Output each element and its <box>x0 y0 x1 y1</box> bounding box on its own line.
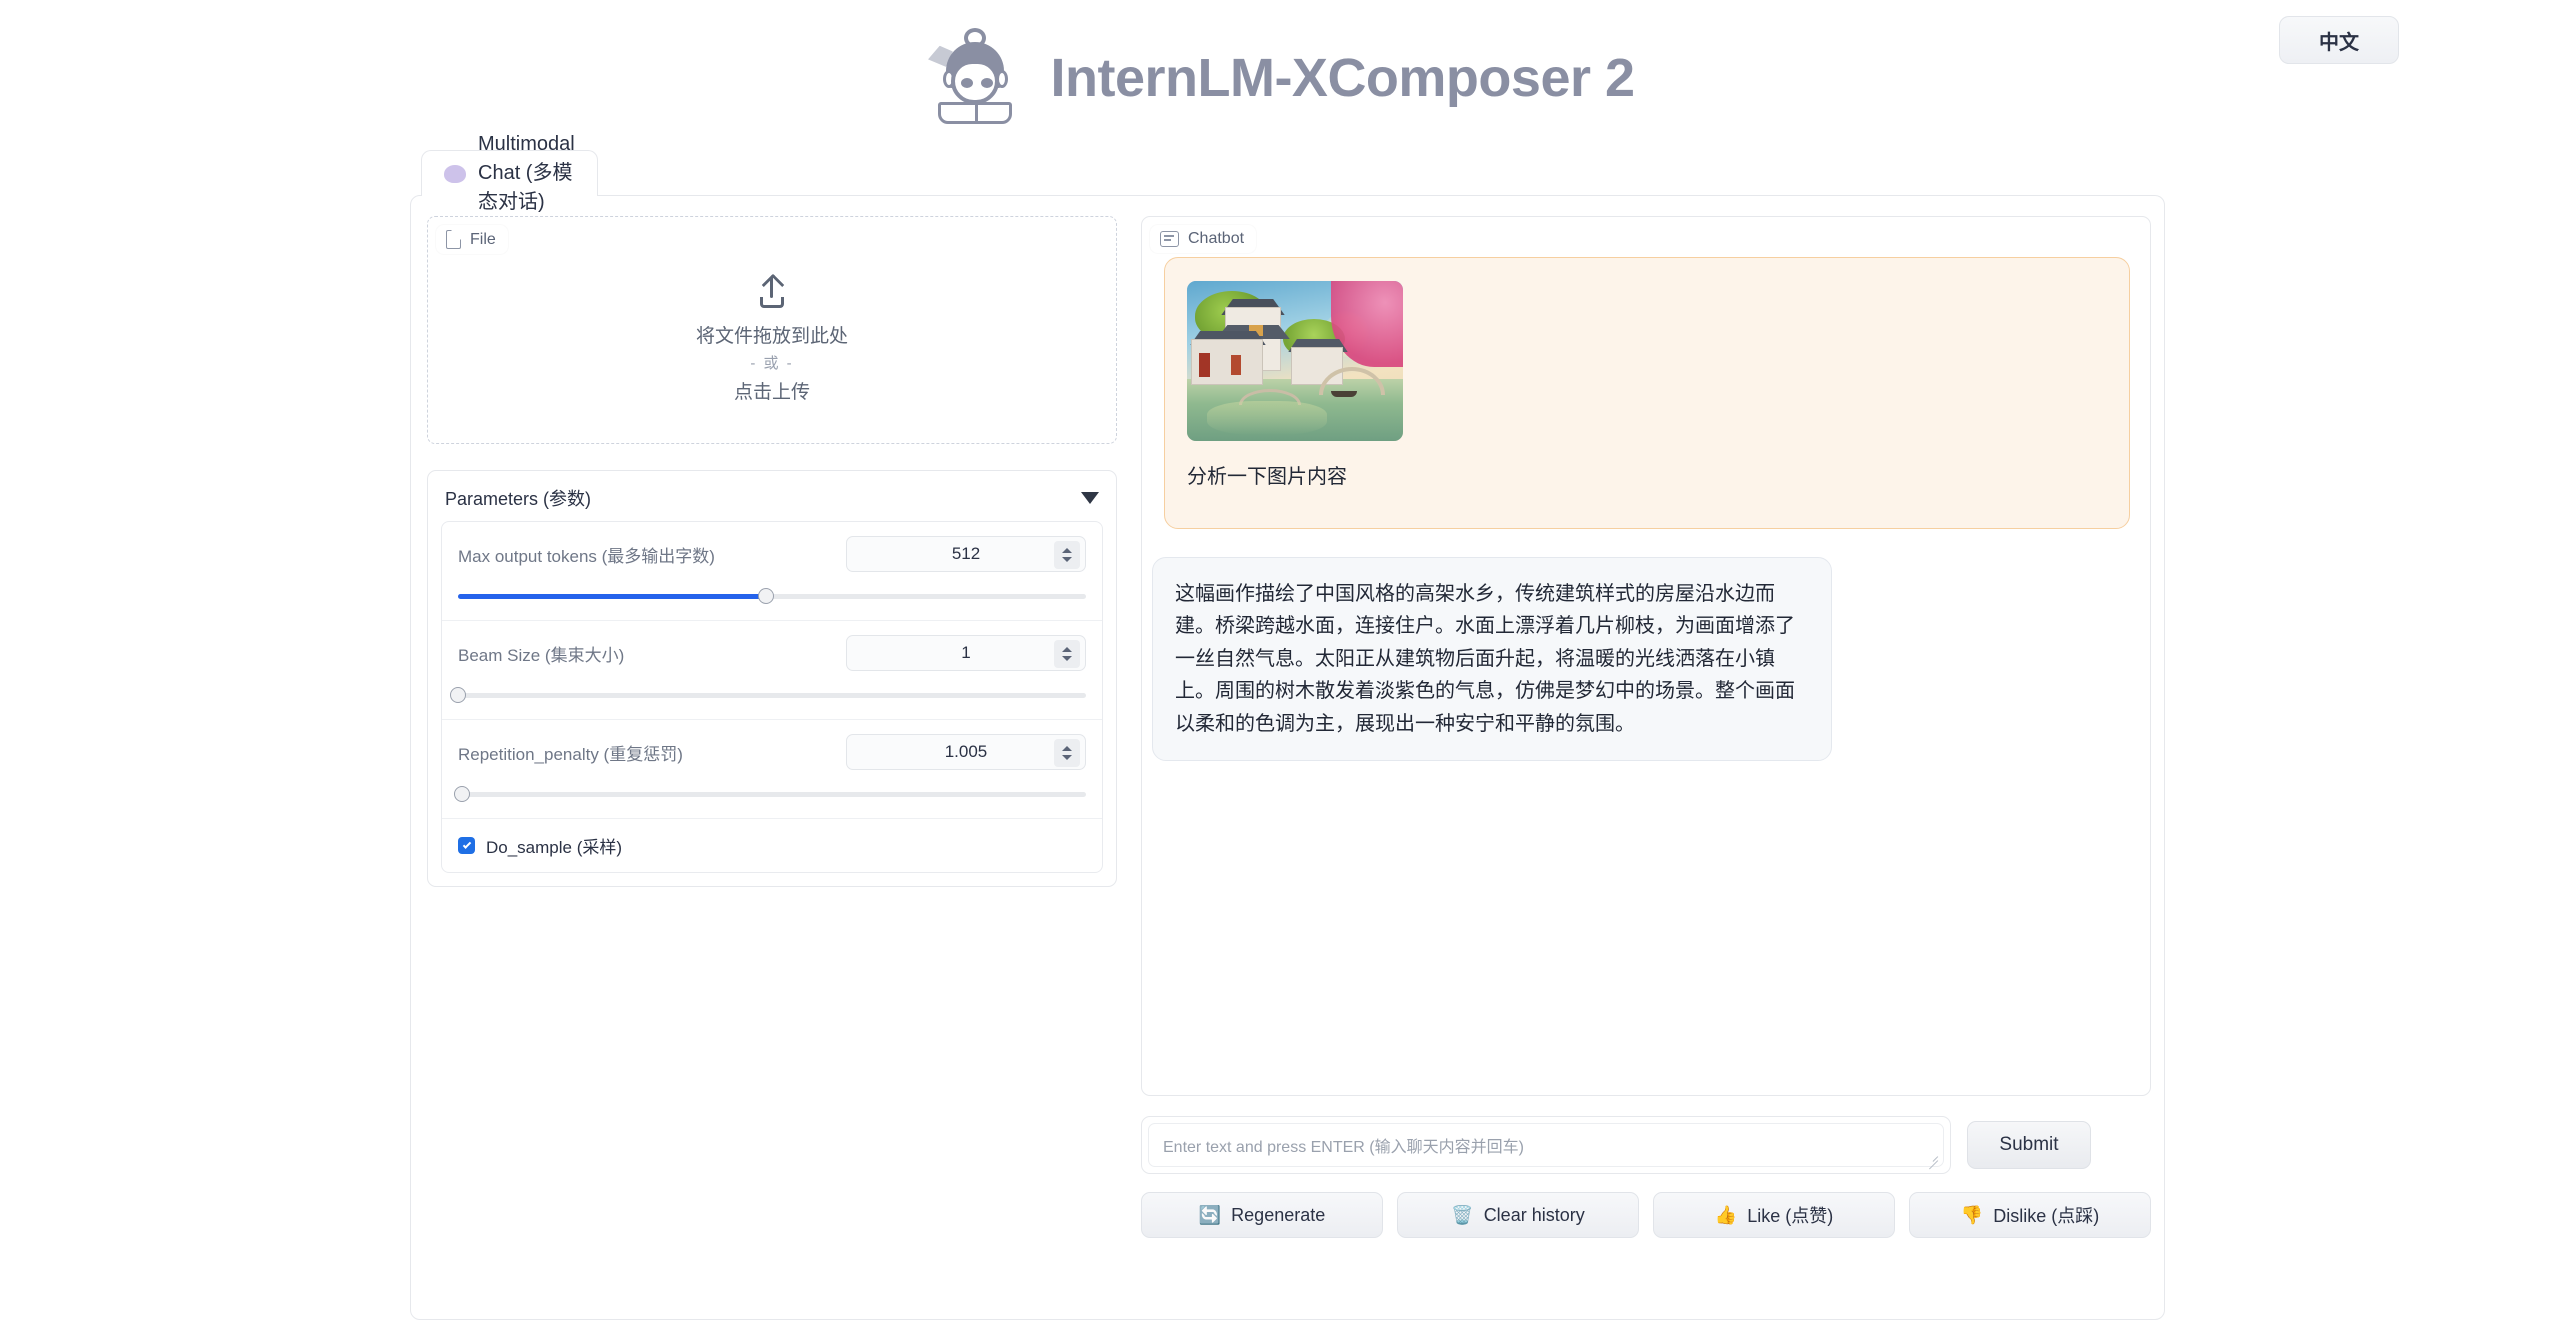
chevron-down-icon <box>1062 656 1072 661</box>
caret-down-icon[interactable] <box>1081 492 1099 504</box>
clear-history-button[interactable]: 🗑️ Clear history <box>1397 1192 1639 1238</box>
beam-size-slider[interactable] <box>450 687 1086 703</box>
like-button[interactable]: 👍 Like (点赞) <box>1653 1192 1895 1238</box>
uploaded-image-thumbnail[interactable] <box>1187 281 1403 441</box>
file-upload-dropzone[interactable]: File 将文件拖放到此处 - 或 - 点击上传 <box>427 216 1117 444</box>
param-label: Max output tokens (最多输出字数) <box>458 546 715 566</box>
chat-input-row: Enter text and press ENTER (输入聊天内容并回车) S… <box>1141 1116 2151 1174</box>
submit-button[interactable]: Submit <box>1967 1121 2091 1169</box>
app-root: InternLM-XComposer 2 中文 Multimodal Chat … <box>0 0 2559 1320</box>
parameters-title: Parameters (参数) <box>445 489 592 509</box>
file-icon <box>446 230 461 249</box>
left-column: File 将文件拖放到此处 - 或 - 点击上传 Parameters (参数) <box>427 216 1117 887</box>
chevron-up-icon <box>1062 548 1072 553</box>
page-title: InternLM-XComposer 2 <box>1050 48 1635 108</box>
chevron-up-icon <box>1062 746 1072 751</box>
thumbs-up-icon: 👍 <box>1714 1205 1738 1225</box>
regenerate-button[interactable]: 🔄 Regenerate <box>1141 1192 1383 1238</box>
speech-bubble-icon <box>444 164 466 183</box>
card-body: File 将文件拖放到此处 - 或 - 点击上传 Parameters (参数) <box>411 196 2164 1319</box>
max-output-tokens-slider[interactable] <box>458 588 1086 604</box>
repetition-penalty-slider[interactable] <box>454 786 1086 802</box>
file-label-text: File <box>470 230 496 248</box>
like-label: Like (点赞) <box>1747 1206 1834 1226</box>
param-value: 512 <box>951 544 981 563</box>
file-panel-label: File <box>436 225 508 254</box>
param-beam-size: Beam Size (集束大小) 1 <box>442 621 1102 720</box>
upload-or-text: - 或 - <box>750 355 794 372</box>
regenerate-icon: 🔄 <box>1198 1205 1222 1225</box>
chat-textarea-wrapper[interactable]: Enter text and press ENTER (输入聊天内容并回车) <box>1141 1116 1951 1174</box>
dislike-button[interactable]: 👎 Dislike (点踩) <box>1909 1192 2151 1238</box>
thumbs-down-icon: 👎 <box>1960 1205 1984 1225</box>
chat-icon <box>1160 231 1179 247</box>
main-card: Multimodal Chat (多模态对话) File 将文件拖放到此处 - … <box>410 133 2165 1320</box>
parameters-panel: Parameters (参数) Max output tokens (最多输出字… <box>427 470 1117 887</box>
dislike-label: Dislike (点踩) <box>1993 1206 2100 1226</box>
chatbot-panel-label: Chatbot <box>1150 225 1257 253</box>
regenerate-label: Regenerate <box>1231 1204 1326 1225</box>
parameters-header[interactable]: Parameters (参数) <box>441 481 1103 521</box>
chevron-up-icon <box>1062 647 1072 652</box>
beam-size-input[interactable]: 1 <box>846 635 1086 671</box>
app-header: InternLM-XComposer 2 中文 <box>0 0 2559 150</box>
number-stepper[interactable] <box>1054 739 1080 767</box>
upload-click-text[interactable]: 点击上传 <box>734 377 810 404</box>
param-repetition-penalty: Repetition_penalty (重复惩罚) 1.005 <box>442 720 1102 819</box>
chatbot-panel: Chatbot 分析一下图片内容 这幅画作描绘了中国风格的高架水乡，传统建筑样式… <box>1141 216 2151 1096</box>
param-label: Beam Size (集束大小) <box>458 645 625 665</box>
chat-input[interactable]: Enter text and press ENTER (输入聊天内容并回车) <box>1148 1123 1944 1167</box>
max-output-tokens-input[interactable]: 512 <box>846 536 1086 572</box>
clear-history-label: Clear history <box>1483 1204 1585 1225</box>
param-value: 1.005 <box>944 742 988 761</box>
bot-message-text: 这幅画作描绘了中国风格的高架水乡，传统建筑样式的房屋沿水边而建。桥梁跨越水面，连… <box>1175 583 1795 735</box>
chat-message-user: 分析一下图片内容 <box>1164 257 2130 529</box>
parameters-body: Max output tokens (最多输出字数) 512 Beam Size… <box>441 521 1103 873</box>
chevron-down-icon <box>1062 557 1072 562</box>
upload-arrow-icon <box>755 275 789 309</box>
number-stepper[interactable] <box>1054 541 1080 569</box>
param-value: 1 <box>961 643 971 662</box>
language-toggle-button[interactable]: 中文 <box>2279 16 2399 64</box>
upload-placeholder: 将文件拖放到此处 - 或 - 点击上传 <box>428 275 1116 404</box>
repetition-penalty-input[interactable]: 1.005 <box>846 734 1086 770</box>
resize-grip-icon[interactable] <box>1926 1150 1938 1162</box>
param-max-output-tokens: Max output tokens (最多输出字数) 512 <box>442 522 1102 621</box>
user-message-text: 分析一下图片内容 <box>1187 466 1347 488</box>
param-label: Repetition_penalty (重复惩罚) <box>458 744 683 764</box>
trash-icon: 🗑️ <box>1451 1205 1474 1225</box>
internlm-character-logo-icon <box>924 26 1028 130</box>
upload-drop-text: 将文件拖放到此处 <box>695 326 848 347</box>
right-column: Chatbot 分析一下图片内容 这幅画作描绘了中国风格的高架水乡，传统建筑样式… <box>1141 216 2151 1238</box>
chat-input-placeholder: Enter text and press ENTER (输入聊天内容并回车) <box>1163 1139 1524 1156</box>
chatbot-label-text: Chatbot <box>1188 230 1245 247</box>
tab-multimodal-chat[interactable]: Multimodal Chat (多模态对话) <box>421 133 598 213</box>
do-sample-checkbox-row[interactable]: Do_sample (采样) <box>442 819 1102 872</box>
action-buttons-row: 🔄 Regenerate 🗑️ Clear history 👍 Like (点赞… <box>1141 1192 2151 1238</box>
chat-message-bot: 这幅画作描绘了中国风格的高架水乡，传统建筑样式的房屋沿水边而建。桥梁跨越水面，连… <box>1152 557 1832 761</box>
chevron-down-icon <box>1062 755 1072 760</box>
do-sample-checkbox[interactable] <box>458 837 475 854</box>
brand: InternLM-XComposer 2 <box>0 26 2559 130</box>
number-stepper[interactable] <box>1054 640 1080 668</box>
do-sample-label: Do_sample (采样) <box>486 838 623 857</box>
